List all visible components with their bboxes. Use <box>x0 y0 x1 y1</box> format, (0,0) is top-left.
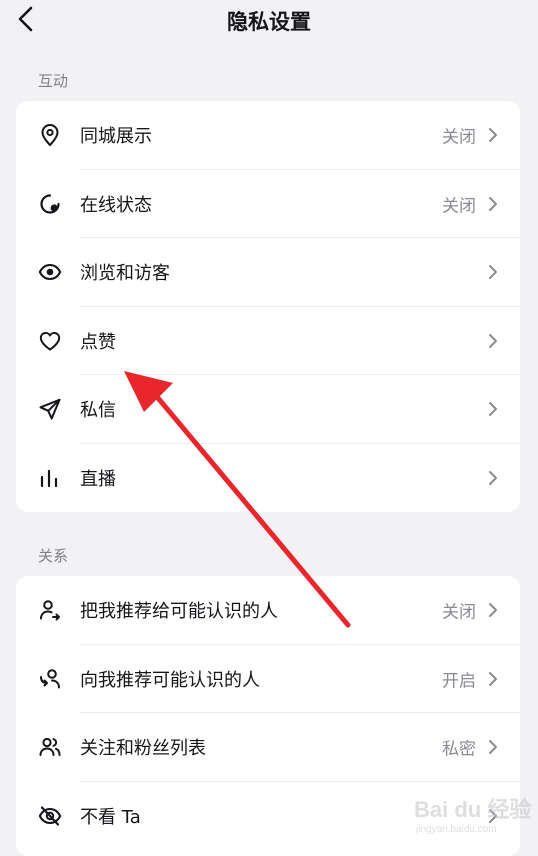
header-bar: 隐私设置 <box>0 0 538 42</box>
baidu-watermark-logo: Bai du 经验 jingyan.baidu.com <box>412 788 534 844</box>
chevron-right-icon <box>488 401 498 417</box>
interaction-settings-card: 同城展示 关闭 在线状态 关闭 浏览和访客 点赞 私信 直播 <box>16 101 520 512</box>
paper-plane-icon <box>38 397 62 421</box>
settings-row-messages[interactable]: 私信 <box>16 375 520 444</box>
page-title: 隐私设置 <box>227 10 311 34</box>
settings-row-label: 点赞 <box>80 331 116 353</box>
settings-row-label: 浏览和访客 <box>80 263 170 285</box>
online-status-icon <box>38 192 62 216</box>
settings-row-value: 私密 <box>442 739 476 760</box>
settings-row-label: 不看 Ta <box>80 806 141 828</box>
settings-row-value: 关闭 <box>442 127 476 148</box>
settings-row-label: 把我推荐给可能认识的人 <box>80 601 278 623</box>
chevron-right-icon <box>488 127 498 143</box>
chevron-right-icon <box>488 196 498 212</box>
settings-row-value: 关闭 <box>442 602 476 623</box>
chevron-right-icon <box>488 671 498 687</box>
settings-row-label: 直播 <box>80 468 116 490</box>
location-pin-icon <box>38 123 62 147</box>
settings-row-views-visitors[interactable]: 浏览和访客 <box>16 238 520 307</box>
settings-row-label: 同城展示 <box>80 126 152 148</box>
chevron-right-icon <box>488 602 498 618</box>
settings-row-value: 关闭 <box>442 196 476 217</box>
settings-row-recommend-me[interactable]: 把我推荐给可能认识的人 关闭 <box>16 576 520 645</box>
settings-row-live[interactable]: 直播 <box>16 444 520 513</box>
section-label-relations: 关系 <box>38 547 69 565</box>
settings-row-likes[interactable]: 点赞 <box>16 307 520 375</box>
settings-row-label: 关注和粉丝列表 <box>80 738 206 760</box>
watermark-subtext: jingyan.baidu.com <box>416 824 497 835</box>
watermark-text: Bai du 经验 <box>414 797 532 822</box>
settings-row-follow-list[interactable]: 关注和粉丝列表 私密 <box>16 713 520 782</box>
chevron-right-icon <box>488 333 498 349</box>
settings-row-nearby[interactable]: 同城展示 关闭 <box>16 101 520 170</box>
chevron-right-icon <box>488 470 498 486</box>
settings-row-label: 在线状态 <box>80 194 152 216</box>
user-share-icon <box>38 598 62 622</box>
users-icon <box>38 735 62 759</box>
section-label-interaction: 互动 <box>38 72 69 90</box>
bar-chart-icon <box>38 466 62 490</box>
user-recommend-icon <box>38 667 62 691</box>
eye-off-icon <box>38 804 62 828</box>
settings-row-label: 私信 <box>80 400 116 422</box>
settings-row-recommend-to-me[interactable]: 向我推荐可能认识的人 开启 <box>16 645 520 713</box>
settings-row-label: 向我推荐可能认识的人 <box>80 669 260 691</box>
settings-row-online-status[interactable]: 在线状态 关闭 <box>16 170 520 238</box>
heart-icon <box>38 329 62 353</box>
chevron-right-icon <box>488 739 498 755</box>
chevron-right-icon <box>488 264 498 280</box>
settings-row-value: 开启 <box>442 671 476 692</box>
eye-icon <box>38 260 62 284</box>
